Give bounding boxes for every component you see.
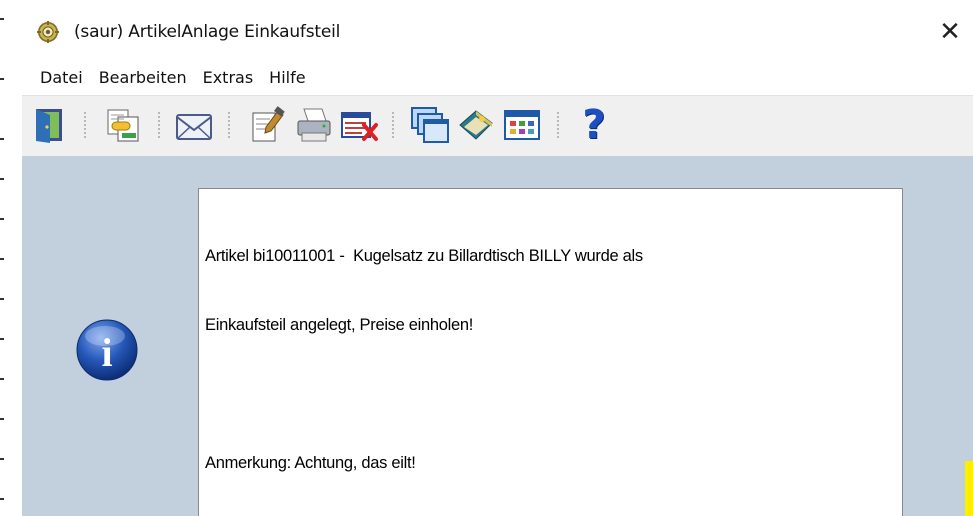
windows-cascade-icon[interactable]: [410, 105, 450, 145]
menu-hilfe[interactable]: Hilfe: [261, 62, 313, 94]
printer-icon[interactable]: [294, 105, 334, 145]
menu-bar: Datei Bearbeiten Extras Hilfe: [22, 62, 973, 94]
book-icon[interactable]: [456, 105, 496, 145]
info-glyph: i: [101, 330, 112, 375]
help-question-icon[interactable]: ?: [574, 105, 614, 145]
toolbar-separator: [228, 112, 230, 138]
toolbar-separator: [557, 112, 559, 138]
message-line: Anmerkung: Achtung, das eilt!: [205, 454, 416, 472]
toolbar-separator: [84, 112, 86, 138]
menu-datei[interactable]: Datei: [22, 62, 91, 94]
menu-extras[interactable]: Extras: [195, 62, 262, 94]
exit-door-icon[interactable]: [30, 105, 70, 145]
message-line: Einkaufsteil angelegt, Preise einholen!: [205, 316, 474, 334]
gear-icon[interactable]: [36, 20, 60, 44]
message-panel: i Artikel bi10011001 - Kugelsatz zu Bill…: [22, 156, 973, 516]
info-icon: i: [75, 318, 139, 382]
toolbar-separator: [158, 112, 160, 138]
yellow-highlight-mark: [965, 461, 973, 516]
application-window: (saur) ArtikelAnlage Einkaufsteil ✕ Date…: [22, 0, 973, 516]
menu-bearbeiten[interactable]: Bearbeiten: [91, 62, 195, 94]
message-line: Artikel bi10011001 - Kugelsatz zu Billar…: [205, 247, 643, 265]
help-question-glyph: ?: [582, 102, 606, 148]
copy-link-icon[interactable]: [104, 105, 144, 145]
mail-envelope-icon[interactable]: [174, 105, 214, 145]
toolbar: ?: [22, 95, 973, 157]
title-bar[interactable]: (saur) ArtikelAnlage Einkaufsteil ✕: [22, 0, 973, 62]
edit-document-icon[interactable]: [248, 105, 288, 145]
table-grid-icon[interactable]: [502, 105, 542, 145]
message-line: [205, 383, 896, 406]
toolbar-separator: [392, 112, 394, 138]
message-textarea[interactable]: Artikel bi10011001 - Kugelsatz zu Billar…: [198, 188, 903, 516]
close-icon: ✕: [939, 17, 961, 47]
delete-list-icon[interactable]: [340, 105, 380, 145]
close-button[interactable]: ✕: [927, 10, 973, 54]
window-title: (saur) ArtikelAnlage Einkaufsteil: [74, 22, 341, 42]
left-edge-artifact: [0, 0, 6, 516]
